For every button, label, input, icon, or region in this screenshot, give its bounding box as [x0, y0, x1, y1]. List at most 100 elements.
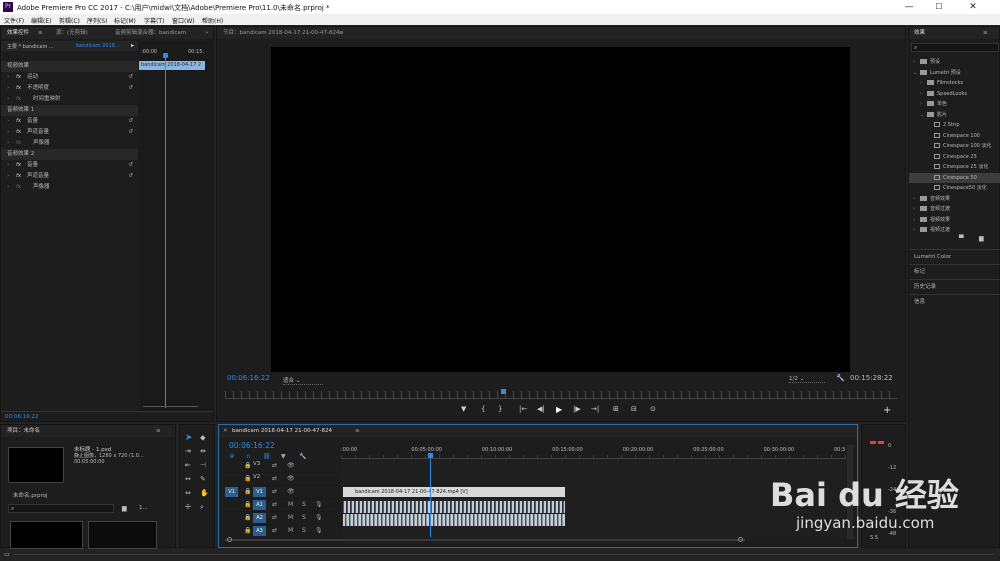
reset-icon[interactable]: ↺: [128, 160, 133, 171]
effect-row[interactable]: › fx 音量 ↺: [1, 160, 138, 171]
fx-toggle-icon[interactable]: fx: [16, 171, 21, 182]
sequence-clip-label[interactable]: bandicam 2018...: [76, 43, 120, 49]
timeline-playhead[interactable]: [430, 459, 432, 537]
effect-preset[interactable]: Cinespace 100 淡化: [909, 141, 1000, 152]
project-title[interactable]: 项目：未命名: [7, 425, 40, 437]
effect-row[interactable]: 音频效果 1: [1, 105, 138, 116]
tree-arrow-icon[interactable]: ›: [920, 78, 927, 89]
slip-tool-icon[interactable]: ↔: [185, 475, 191, 483]
track-name[interactable]: A2: [253, 513, 266, 523]
scroll-right-handle[interactable]: [738, 537, 743, 542]
solo-button[interactable]: S: [302, 501, 306, 508]
menu-file[interactable]: 文件(F): [4, 16, 24, 25]
effect-row[interactable]: 音频效果 2: [1, 149, 138, 160]
track-name[interactable]: A1: [253, 500, 266, 510]
lock-icon[interactable]: 🔒: [244, 475, 251, 482]
tree-arrow-icon[interactable]: ›: [913, 194, 920, 205]
eye-icon[interactable]: 👁: [287, 475, 295, 482]
clip-indicator-right[interactable]: [878, 441, 884, 444]
expand-arrow-icon[interactable]: ›: [7, 72, 9, 83]
fx-toggle-icon[interactable]: fx: [16, 138, 21, 149]
timeline-timecode[interactable]: 00:06:16:22: [229, 441, 275, 450]
mini-playhead[interactable]: [165, 53, 166, 408]
mark-in-button[interactable]: {: [481, 405, 485, 413]
project-thumb-2[interactable]: [88, 521, 157, 549]
add-marker-button[interactable]: ▼: [461, 405, 466, 413]
ec-timecode[interactable]: 00:06:16:22: [5, 414, 39, 420]
sync-lock-icon[interactable]: ⇄: [272, 527, 277, 534]
rate-stretch-tool-icon[interactable]: ⇤: [185, 461, 191, 469]
timeline-playhead-handle[interactable]: [428, 453, 434, 458]
pen-tool-icon[interactable]: ✎: [200, 475, 206, 483]
export-frame-camera-icon[interactable]: ⊙: [650, 405, 656, 413]
tree-arrow-icon[interactable]: ›: [913, 225, 920, 236]
timeline-ruler[interactable]: :00:00 00:05:00:00 00:10:00:00 00:15:00:00 0…: [341, 445, 846, 459]
tree-arrow-icon[interactable]: ›: [913, 215, 920, 226]
expand-arrow-icon[interactable]: ›: [7, 127, 9, 138]
lock-icon[interactable]: 🔒: [244, 514, 251, 521]
track-name[interactable]: V2: [253, 474, 260, 480]
section-lumetri-color[interactable]: Lumetri Color: [909, 249, 1000, 264]
tab-audio-clip-mixer[interactable]: 音频剪辑混合器：bandicam: [115, 27, 186, 39]
mute-button[interactable]: M: [288, 527, 293, 534]
razor-tool-icon[interactable]: ⊣: [200, 461, 206, 469]
mark-out-button[interactable]: }: [498, 405, 502, 413]
effect-row[interactable]: › fx 时间重映射: [1, 94, 138, 105]
expand-arrow-icon[interactable]: ›: [7, 182, 9, 193]
tree-arrow-icon[interactable]: ⌄: [913, 68, 920, 79]
add-marker-icon[interactable]: ▼: [281, 453, 286, 460]
reset-icon[interactable]: ↺: [128, 72, 133, 83]
sync-lock-icon[interactable]: ⇄: [272, 475, 277, 482]
program-monitor-title[interactable]: 节目：bandicam 2018-04-17 21-00-47-824: [223, 27, 340, 39]
snap-icon[interactable]: ∩: [246, 453, 250, 460]
lock-icon[interactable]: 🔒: [244, 501, 251, 508]
track-lane[interactable]: [341, 460, 846, 473]
program-timecode[interactable]: 00:06:16:22: [227, 374, 270, 382]
panel-overflow-icon[interactable]: »: [205, 27, 208, 39]
section-history[interactable]: 历史记录: [909, 279, 1000, 294]
menu-sequence[interactable]: 序列(S): [87, 16, 108, 25]
tree-arrow-icon[interactable]: ›: [920, 89, 927, 100]
menu-title[interactable]: 字幕(T): [144, 16, 164, 25]
effects-folder[interactable]: › 预设: [909, 57, 1000, 68]
sync-lock-icon[interactable]: ⇄: [272, 501, 277, 508]
master-clip-label[interactable]: 主要 * bandicam ...: [7, 43, 54, 50]
resolution-dropdown[interactable]: 1/2 ⌄: [789, 376, 825, 383]
sequence-tab[interactable]: bandicam 2018-04-17 21-00-47-824: [232, 425, 332, 437]
sync-lock-icon[interactable]: ⇄: [272, 462, 277, 469]
menu-help[interactable]: 帮助(H): [202, 16, 223, 25]
effect-preset[interactable]: Cinespace 100: [909, 131, 1000, 142]
effect-row[interactable]: 视频效果: [1, 61, 138, 72]
lock-icon[interactable]: 🔒: [244, 488, 251, 495]
tree-arrow-icon[interactable]: ›: [920, 99, 927, 110]
audio-clip-a1[interactable]: [343, 501, 565, 513]
effect-row[interactable]: › fx 声道音量 ↺: [1, 127, 138, 138]
eye-icon[interactable]: 👁: [287, 488, 295, 495]
effect-preset[interactable]: 2 Strip: [909, 120, 1000, 131]
track-select-tool-icon[interactable]: ⬥: [200, 433, 206, 443]
play-button[interactable]: ▶: [556, 405, 562, 414]
timeline-close-icon[interactable]: ✕: [223, 425, 228, 437]
tab-effect-controls[interactable]: 效果控件: [7, 27, 29, 39]
track-name[interactable]: V3: [253, 461, 260, 467]
menu-clip[interactable]: 剪辑(C): [59, 16, 80, 25]
video-clip[interactable]: bandicam 2018-04-17 21-00-47-824.mp4 [V]: [343, 487, 565, 497]
effects-folder[interactable]: › Filmstocks: [909, 78, 1000, 89]
effects-folder[interactable]: › 音频效果: [909, 194, 1000, 205]
project-menu-icon[interactable]: ≡: [156, 425, 161, 437]
project-search-input[interactable]: ⌕: [8, 504, 114, 513]
timeline-horizontal-scrollbar[interactable]: [225, 537, 745, 542]
reset-icon[interactable]: ↺: [128, 127, 133, 138]
tree-arrow-icon[interactable]: ⌄: [920, 110, 927, 121]
nest-icon[interactable]: ⟱: [229, 453, 234, 460]
track-lane[interactable]: [341, 473, 846, 486]
project-thumb-1[interactable]: [10, 521, 83, 549]
expand-arrow-icon[interactable]: ›: [7, 160, 9, 171]
new-bin-icon[interactable]: ▀: [959, 235, 964, 242]
effects-title[interactable]: 效果: [914, 27, 925, 39]
sync-lock-icon[interactable]: ⇄: [272, 514, 277, 521]
mute-button[interactable]: M: [288, 514, 293, 521]
step-forward-button[interactable]: |▶: [573, 405, 581, 413]
effects-folder[interactable]: › 视频过渡: [909, 225, 1000, 236]
timeline-menu-icon[interactable]: ≡: [355, 425, 360, 437]
